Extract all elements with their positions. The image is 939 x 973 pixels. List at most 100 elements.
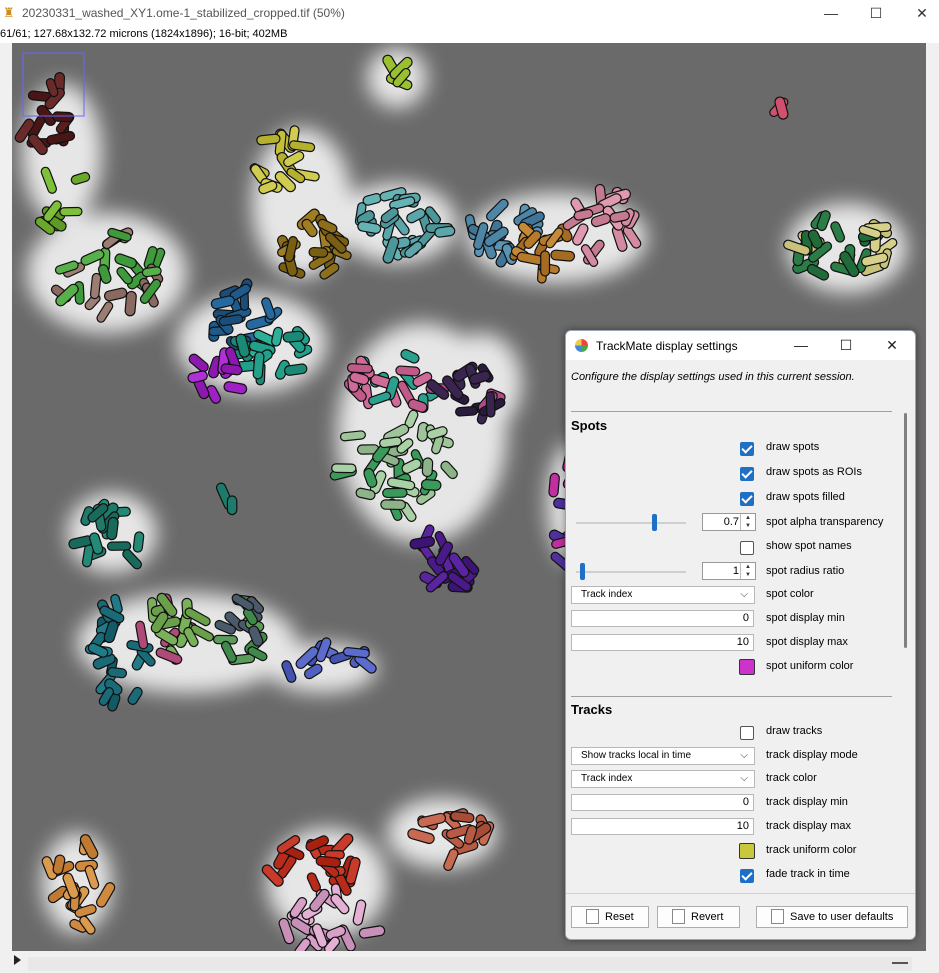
- display-settings-dialog: TrackMate display settings — ☐ ✕ Configu…: [565, 330, 916, 940]
- tracks-heading: Tracks: [571, 702, 613, 717]
- radius-slider[interactable]: [576, 571, 686, 573]
- chevron-down-icon: ⌵: [740, 750, 748, 761]
- segmented-cell: [485, 391, 496, 418]
- microscope-icon: ♜: [3, 5, 15, 20]
- reset-button[interactable]: Reset: [571, 906, 649, 928]
- segmented-cell: [252, 351, 265, 380]
- track-color-select[interactable]: Track index ⌵: [571, 770, 755, 788]
- segmented-cell: [331, 463, 357, 474]
- fade-track-label: fade track in time: [766, 868, 850, 880]
- separator: [571, 696, 892, 697]
- segmented-cell: [52, 111, 74, 123]
- close-button[interactable]: ✕: [902, 2, 939, 24]
- segmented-cell: [282, 330, 305, 343]
- spot-color-select[interactable]: Track index ⌵: [571, 586, 755, 604]
- radius-slider-thumb[interactable]: [580, 563, 585, 580]
- segmented-cell: [132, 531, 145, 553]
- track-color-value: Track index: [581, 773, 633, 784]
- alpha-spinner[interactable]: 0.7 ▲ ▼: [702, 513, 756, 531]
- spot-display-max-label: spot display max: [766, 636, 848, 648]
- segmented-cell: [455, 406, 478, 417]
- track-display-max-field[interactable]: 10: [571, 818, 754, 835]
- segmented-cell: [59, 206, 83, 217]
- image-info: 61/61; 127.68x132.72 microns (1824x1896)…: [0, 27, 939, 43]
- revert-label: Revert: [691, 911, 724, 923]
- draw-spots-label: draw spots: [766, 441, 820, 453]
- alpha-slider-thumb[interactable]: [652, 514, 657, 531]
- frame-scrollbar[interactable]: [28, 957, 912, 971]
- page-icon: [586, 908, 599, 924]
- scroll-end-icon: [892, 962, 908, 964]
- track-display-min-field[interactable]: 0: [571, 794, 754, 811]
- spinner-arrows-icon[interactable]: ▲ ▼: [740, 563, 755, 579]
- track-uniform-color-swatch[interactable]: [739, 843, 755, 859]
- alpha-value: 0.7: [723, 516, 739, 528]
- radius-value: 1: [732, 565, 739, 577]
- chevron-down-icon: ⌵: [740, 589, 748, 600]
- draw-spots-filled-label: draw spots filled: [766, 491, 845, 503]
- draw-spots-rois-checkbox[interactable]: [740, 467, 754, 481]
- show-spot-names-checkbox[interactable]: [740, 541, 754, 555]
- segmented-cell: [380, 499, 406, 511]
- draw-tracks-checkbox[interactable]: [740, 726, 754, 740]
- track-display-mode-select[interactable]: Show tracks local in time ⌵: [571, 747, 755, 765]
- draw-spots-filled-checkbox[interactable]: [740, 492, 754, 506]
- segmented-cell: [315, 855, 342, 868]
- track-display-mode-label: track display mode: [766, 749, 858, 761]
- dialog-scrollbar-thumb[interactable]: [904, 413, 907, 648]
- alpha-label: spot alpha transparency: [766, 516, 884, 528]
- spots-heading: Spots: [571, 418, 608, 433]
- dialog-minimize-button[interactable]: —: [781, 335, 821, 355]
- segmented-cell: [395, 365, 421, 377]
- spot-display-min-field[interactable]: 0: [571, 610, 754, 627]
- revert-icon: [672, 908, 685, 924]
- radius-spinner[interactable]: 1 ▲ ▼: [702, 562, 756, 580]
- spot-color-label: spot color: [766, 588, 814, 600]
- track-display-mode-value: Show tracks local in time: [581, 750, 692, 761]
- draw-spots-checkbox[interactable]: [740, 442, 754, 456]
- segmented-cell: [339, 430, 366, 442]
- reset-label: Reset: [605, 911, 634, 923]
- dialog-maximize-button[interactable]: ☐: [826, 335, 866, 355]
- spot-display-max-field[interactable]: 10: [571, 634, 754, 651]
- maximize-button[interactable]: ☐: [856, 2, 896, 24]
- minimize-button[interactable]: —: [811, 2, 851, 24]
- segmented-cell: [382, 487, 408, 499]
- segmented-cell: [226, 495, 238, 516]
- segmented-cell: [420, 479, 442, 491]
- track-display-min-label: track display min: [766, 796, 848, 808]
- draw-tracks-label: draw tracks: [766, 725, 823, 737]
- spinner-arrows-icon[interactable]: ▲ ▼: [740, 514, 755, 530]
- segmented-cell: [548, 472, 560, 498]
- segmented-cell: [106, 516, 119, 541]
- alpha-slider[interactable]: [576, 522, 686, 524]
- spot-uniform-color-swatch[interactable]: [739, 659, 755, 675]
- draw-spots-rois-label: draw spots as ROIs: [766, 466, 862, 478]
- dialog-description: Configure the display settings used in t…: [571, 371, 855, 383]
- dialog-close-button[interactable]: ✕: [872, 335, 912, 355]
- show-spot-names-label: show spot names: [766, 540, 852, 552]
- dialog-titlebar: TrackMate display settings — ☐ ✕: [566, 331, 915, 360]
- track-color-label: track color: [766, 772, 817, 784]
- segmented-cell: [89, 272, 102, 300]
- segmented-cell: [540, 250, 551, 277]
- track-uniform-color-label: track uniform color: [766, 844, 857, 856]
- fade-track-checkbox[interactable]: [740, 869, 754, 883]
- window-title: 20230331_washed_XY1.ome-1_stabilized_cro…: [22, 6, 345, 20]
- spot-color-value: Track index: [581, 589, 633, 600]
- segmented-cell: [346, 363, 373, 374]
- segmented-cell: [107, 666, 128, 679]
- segmented-cell: [421, 457, 434, 478]
- chevron-down-icon: ⌵: [740, 773, 748, 784]
- segmented-cell: [256, 133, 281, 146]
- play-icon[interactable]: [14, 955, 21, 965]
- segmented-cell: [308, 246, 329, 258]
- revert-button[interactable]: Revert: [657, 906, 740, 928]
- radius-label: spot radius ratio: [766, 565, 845, 577]
- window-titlebar: ♜ 20230331_washed_XY1.ome-1_stabilized_c…: [0, 0, 939, 27]
- save-defaults-button[interactable]: Save to user defaults: [756, 906, 908, 928]
- separator: [571, 411, 892, 412]
- save-defaults-label: Save to user defaults: [790, 911, 894, 923]
- trackmate-icon: [575, 339, 588, 352]
- track-display-max-label: track display max: [766, 820, 851, 832]
